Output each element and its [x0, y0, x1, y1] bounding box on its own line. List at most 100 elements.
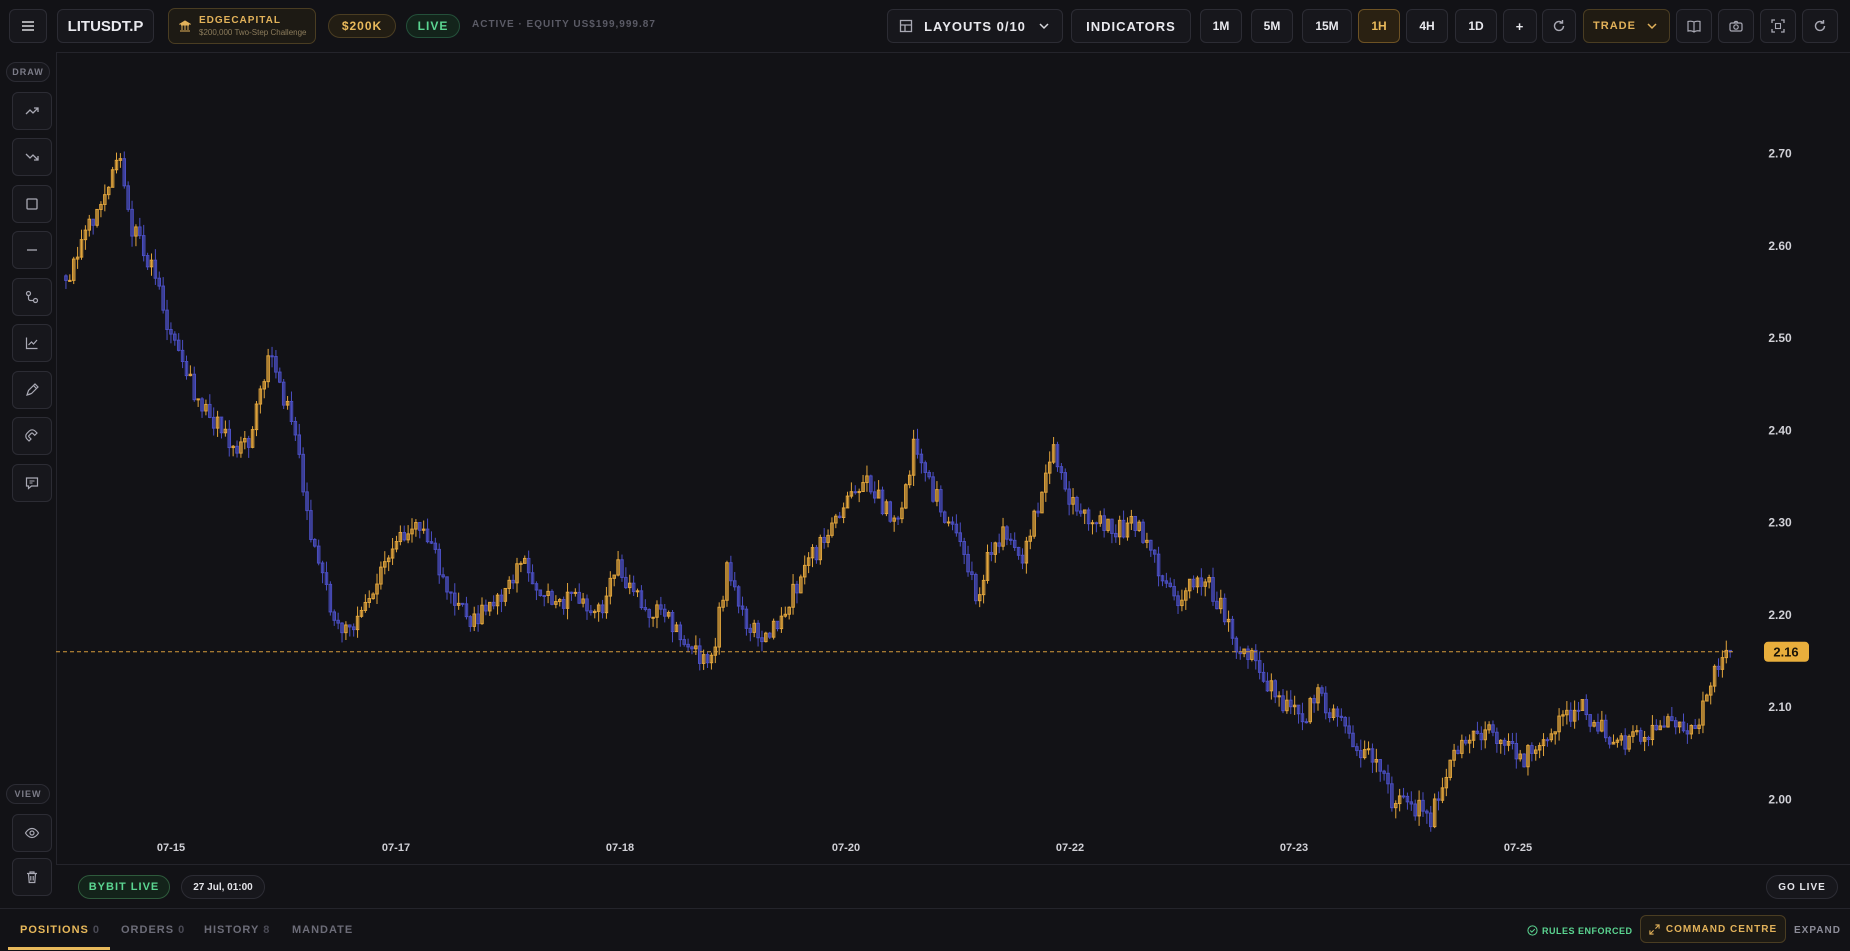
candle — [243, 431, 247, 450]
candle-body — [1090, 522, 1095, 525]
refresh-button[interactable] — [1542, 9, 1576, 43]
go-live-button[interactable]: GO LIVE — [1766, 875, 1838, 899]
symbol-selector[interactable]: LITUSDT.P — [57, 9, 154, 43]
bottom-panel-bar: POSITIONS 0 ORDERS 0 HISTORY 8 MANDATE RULE… — [0, 908, 1850, 951]
command-centre-button[interactable]: COMMAND CENTRE — [1640, 915, 1786, 943]
feed-status-badge[interactable]: BYBIT LIVE — [78, 875, 170, 899]
timeframe-15m[interactable]: 15M — [1302, 9, 1352, 43]
candle — [1203, 578, 1207, 597]
horizontal-line-tool[interactable] — [12, 231, 52, 269]
price-chart[interactable]: 2.16 2.70 2.60 2.50 2.40 2.30 2.20 2.10 2.00 07… — [56, 52, 1850, 864]
candle — [68, 274, 72, 282]
candle — [1432, 793, 1437, 829]
candle — [826, 529, 830, 548]
timeframe-5m[interactable]: 5M — [1251, 9, 1293, 43]
candle-body — [896, 517, 900, 520]
book-button[interactable] — [1676, 9, 1712, 43]
candle — [1339, 708, 1344, 722]
indicator-tool[interactable] — [12, 324, 52, 362]
candle — [526, 550, 531, 582]
trend-down-tool[interactable] — [12, 138, 52, 176]
screenshot-button[interactable] — [1718, 9, 1754, 43]
candle — [663, 603, 667, 623]
candle — [1366, 741, 1371, 755]
trend-up-tool[interactable] — [12, 92, 52, 130]
candle — [1047, 451, 1052, 485]
candle — [569, 591, 574, 601]
candle — [1215, 591, 1219, 610]
symbol-label: LITUSDT.P — [67, 17, 144, 35]
candle — [538, 589, 543, 597]
candle — [1708, 682, 1713, 705]
candle — [1172, 579, 1176, 601]
candle — [1467, 734, 1472, 754]
tab-orders[interactable]: ORDERS 0 — [121, 924, 185, 936]
fullscreen-button[interactable] — [1760, 9, 1796, 43]
rules-enforced-label: RULES ENFORCED — [1542, 925, 1633, 936]
candle — [698, 638, 702, 671]
indicators-button[interactable]: INDICATORS — [1071, 9, 1191, 43]
candle — [208, 394, 212, 419]
candle — [196, 398, 200, 407]
candle — [1106, 518, 1110, 533]
candle — [1222, 593, 1227, 626]
tab-positions[interactable]: POSITIONS 0 — [20, 924, 100, 936]
candle-body — [1304, 721, 1309, 724]
candle — [375, 573, 379, 604]
account-selector[interactable]: EDGECAPITAL $200,000 Two-Step Challenge — [168, 8, 316, 44]
candle — [1195, 575, 1200, 594]
candle — [235, 440, 239, 458]
candle — [1701, 691, 1705, 734]
draw-section-label: DRAW — [6, 62, 50, 82]
tab-mandate[interactable]: MANDATE — [292, 924, 353, 936]
candle — [1001, 517, 1005, 551]
top-bar: LITUSDT.P EDGECAPITAL $200,000 Two-Step … — [0, 0, 1850, 53]
visibility-toggle[interactable] — [12, 814, 52, 852]
candle — [546, 583, 550, 604]
time-axis[interactable]: 07-15 07-17 07-18 07-20 07-22 07-23 07-25 — [157, 842, 1532, 854]
candle — [1479, 726, 1484, 751]
comment-tool[interactable] — [12, 464, 52, 502]
layouts-button[interactable]: LAYOUTS 0/10 — [887, 9, 1063, 43]
candle — [736, 585, 741, 614]
timeframe-1d[interactable]: 1D — [1455, 9, 1497, 43]
timeframe-4h[interactable]: 4H — [1406, 9, 1448, 43]
candle — [1269, 673, 1274, 700]
expand-arrows-icon — [1649, 923, 1660, 935]
trade-button[interactable]: TRADE — [1583, 9, 1670, 43]
candle — [1670, 706, 1674, 722]
reload-button[interactable] — [1802, 9, 1838, 43]
candle-body — [196, 398, 200, 401]
path-tool[interactable] — [12, 278, 52, 316]
candle — [421, 520, 426, 534]
candle — [1133, 515, 1137, 538]
tab-history[interactable]: HISTORY 8 — [204, 924, 270, 936]
candle — [1199, 568, 1204, 596]
magnet-tool[interactable] — [12, 417, 52, 455]
timeframe-1h[interactable]: 1H — [1358, 9, 1400, 43]
candle — [907, 470, 912, 489]
rectangle-tool[interactable] — [12, 185, 52, 223]
candle — [1257, 651, 1262, 680]
eye-icon — [24, 827, 40, 839]
timeframe-1m[interactable]: 1M — [1200, 9, 1242, 43]
candle — [1327, 708, 1332, 723]
candle — [1292, 695, 1297, 715]
price-axis[interactable]: 2.70 2.60 2.50 2.40 2.30 2.20 2.10 2.00 — [1768, 147, 1792, 807]
candle — [1495, 727, 1499, 753]
time-tick-label: 07-17 — [382, 842, 410, 854]
candle — [1044, 464, 1048, 502]
candle — [246, 435, 251, 458]
candle — [122, 151, 127, 189]
menu-button[interactable] — [9, 9, 47, 43]
expand-button[interactable]: EXPAND — [1794, 925, 1841, 936]
candle — [359, 606, 364, 618]
tab-mandate-label: MANDATE — [292, 924, 354, 936]
add-timeframe-button[interactable]: + — [1503, 9, 1537, 43]
candle — [939, 485, 943, 517]
candle — [729, 555, 733, 586]
pen-tool[interactable] — [12, 371, 52, 409]
candle — [935, 481, 939, 507]
candle — [320, 560, 325, 584]
delete-drawings-button[interactable] — [12, 858, 52, 896]
